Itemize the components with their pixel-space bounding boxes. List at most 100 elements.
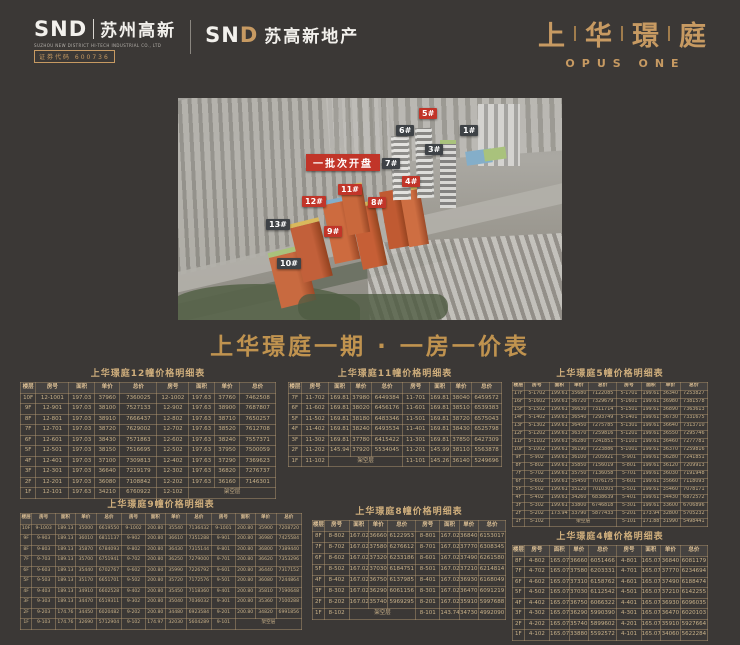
cell: 34730: [459, 609, 478, 620]
column-header: 面积: [235, 514, 255, 525]
cell: 6459572: [472, 393, 502, 404]
cell: 35910: [661, 619, 681, 630]
cell: 5-201: [617, 511, 641, 519]
cell: 9-203: [32, 608, 56, 619]
table-title: 上华璟庭12幢价格明细表: [20, 366, 276, 379]
poster-canvas: SND 苏州高新 SUZHOU NEW DISTRICT HI-TECH IND…: [0, 0, 740, 645]
cell: 200.80: [145, 524, 165, 535]
cell: 197.03: [69, 435, 95, 446]
column-header: 房号: [211, 514, 235, 525]
cell: 7293749: [589, 415, 617, 423]
brand-char: 华: [585, 14, 612, 53]
cell: 7381578: [680, 399, 707, 407]
table-row: 6F4-602165.073731061587624-601165.073749…: [513, 577, 708, 588]
cell: 1F: [289, 456, 302, 467]
cell: 6091219: [478, 587, 505, 598]
cell: 34470: [75, 598, 96, 609]
cell: 6415422: [372, 435, 403, 446]
cell: 165.07: [641, 609, 661, 620]
cell: 9-303: [32, 598, 56, 609]
cell: 5604289: [186, 619, 211, 630]
column-header: 面积: [641, 546, 661, 557]
cell: 7F: [21, 556, 32, 567]
cell: 34060: [661, 630, 681, 641]
cell: 5-1501: [617, 407, 641, 415]
column-header: 面积: [550, 546, 570, 557]
cell: 197.03: [69, 467, 95, 478]
cell: 199.61: [641, 471, 661, 479]
cell: 35850: [569, 463, 589, 471]
cell: 13F: [513, 423, 525, 431]
table-row: 2F5-202173.943379058774335-201173.943280…: [513, 511, 708, 519]
cell: 9-603: [32, 566, 56, 577]
cell: 197.63: [189, 467, 215, 478]
header: SND 苏州高新 SUZHOU NEW DISTRICT HI-TECH IND…: [0, 0, 740, 92]
cell: 9-501: [211, 577, 235, 588]
cell: 5-701: [617, 471, 641, 479]
cell: 199.61: [550, 399, 570, 407]
cell: 7208720: [276, 524, 301, 535]
cell: 35910: [459, 598, 478, 609]
cell: 6991856: [276, 608, 301, 619]
cell: 4-802: [524, 556, 549, 567]
cell: 38910: [94, 414, 120, 425]
cell: 2F: [21, 608, 32, 619]
cell: 7219179: [120, 467, 157, 478]
cell: 4-801: [617, 556, 641, 567]
cell: 199.61: [641, 455, 661, 463]
cell: 7295746: [680, 431, 707, 439]
cell: 6F: [289, 404, 302, 415]
cell: 7241851: [680, 455, 707, 463]
cell: 9-403: [32, 587, 56, 598]
column-header: 单价: [214, 383, 240, 394]
table-title: 上华璟庭5幢价格明细表: [512, 366, 708, 379]
column-header: 总价: [472, 383, 502, 394]
cell: 6184751: [388, 565, 416, 576]
cell: 197.03: [69, 393, 95, 404]
table-row: 3F5-302199.613380067468185-301199.613360…: [513, 503, 708, 511]
cell: 7172576: [186, 577, 211, 588]
cell: 35440: [75, 566, 96, 577]
cell: 8-301: [416, 587, 440, 598]
cell: 38430: [94, 435, 120, 446]
cell: 165.07: [641, 556, 661, 567]
cell: 4F: [21, 587, 32, 598]
cell: 7190648: [276, 587, 301, 598]
photo-trees: [298, 294, 448, 320]
cell: 174.76: [56, 608, 76, 619]
cell: 35120: [569, 487, 589, 495]
table-row: 2F9-203174.763445060204829-202200.803448…: [21, 608, 302, 619]
cell: 35740: [368, 598, 387, 609]
cell: 7687807: [240, 404, 276, 415]
cell: 4F: [313, 576, 325, 587]
cell: 3F: [513, 503, 525, 511]
cell: 7363613: [680, 407, 707, 415]
cell: 4-402: [524, 598, 549, 609]
table-row: 5F11-502169.8138180648334611-501169.8138…: [289, 414, 502, 425]
cell: 8F: [21, 414, 36, 425]
cell: 6784093: [96, 545, 121, 556]
cell: 6020482: [96, 608, 121, 619]
cell: 9-602: [122, 566, 146, 577]
building-label-12: 12#: [302, 196, 326, 207]
cell: 4F: [513, 495, 525, 503]
snd-group-logo: SND 苏州高新 SUZHOU NEW DISTRICT HI-TECH IND…: [34, 16, 176, 63]
cell: 5-402: [524, 495, 549, 503]
cell: 199.61: [641, 423, 661, 431]
cell: 5-901: [617, 455, 641, 463]
column-header: 总价: [589, 546, 617, 557]
cell: 10F: [513, 447, 525, 455]
cell: 165.07: [550, 598, 570, 609]
column-header: 楼层: [289, 383, 302, 394]
cell: 5-801: [617, 463, 641, 471]
cell: 7076175: [589, 479, 617, 487]
cell: 9-202: [122, 608, 146, 619]
cell: 33600: [661, 503, 681, 511]
cell: 6308345: [478, 543, 505, 554]
cell: 169.81: [429, 404, 450, 415]
cell: 6F: [513, 577, 525, 588]
cell: 199.61: [641, 399, 661, 407]
column-header: 面积: [429, 383, 450, 394]
cell: 14F: [513, 415, 525, 423]
cell: 3F: [21, 598, 32, 609]
